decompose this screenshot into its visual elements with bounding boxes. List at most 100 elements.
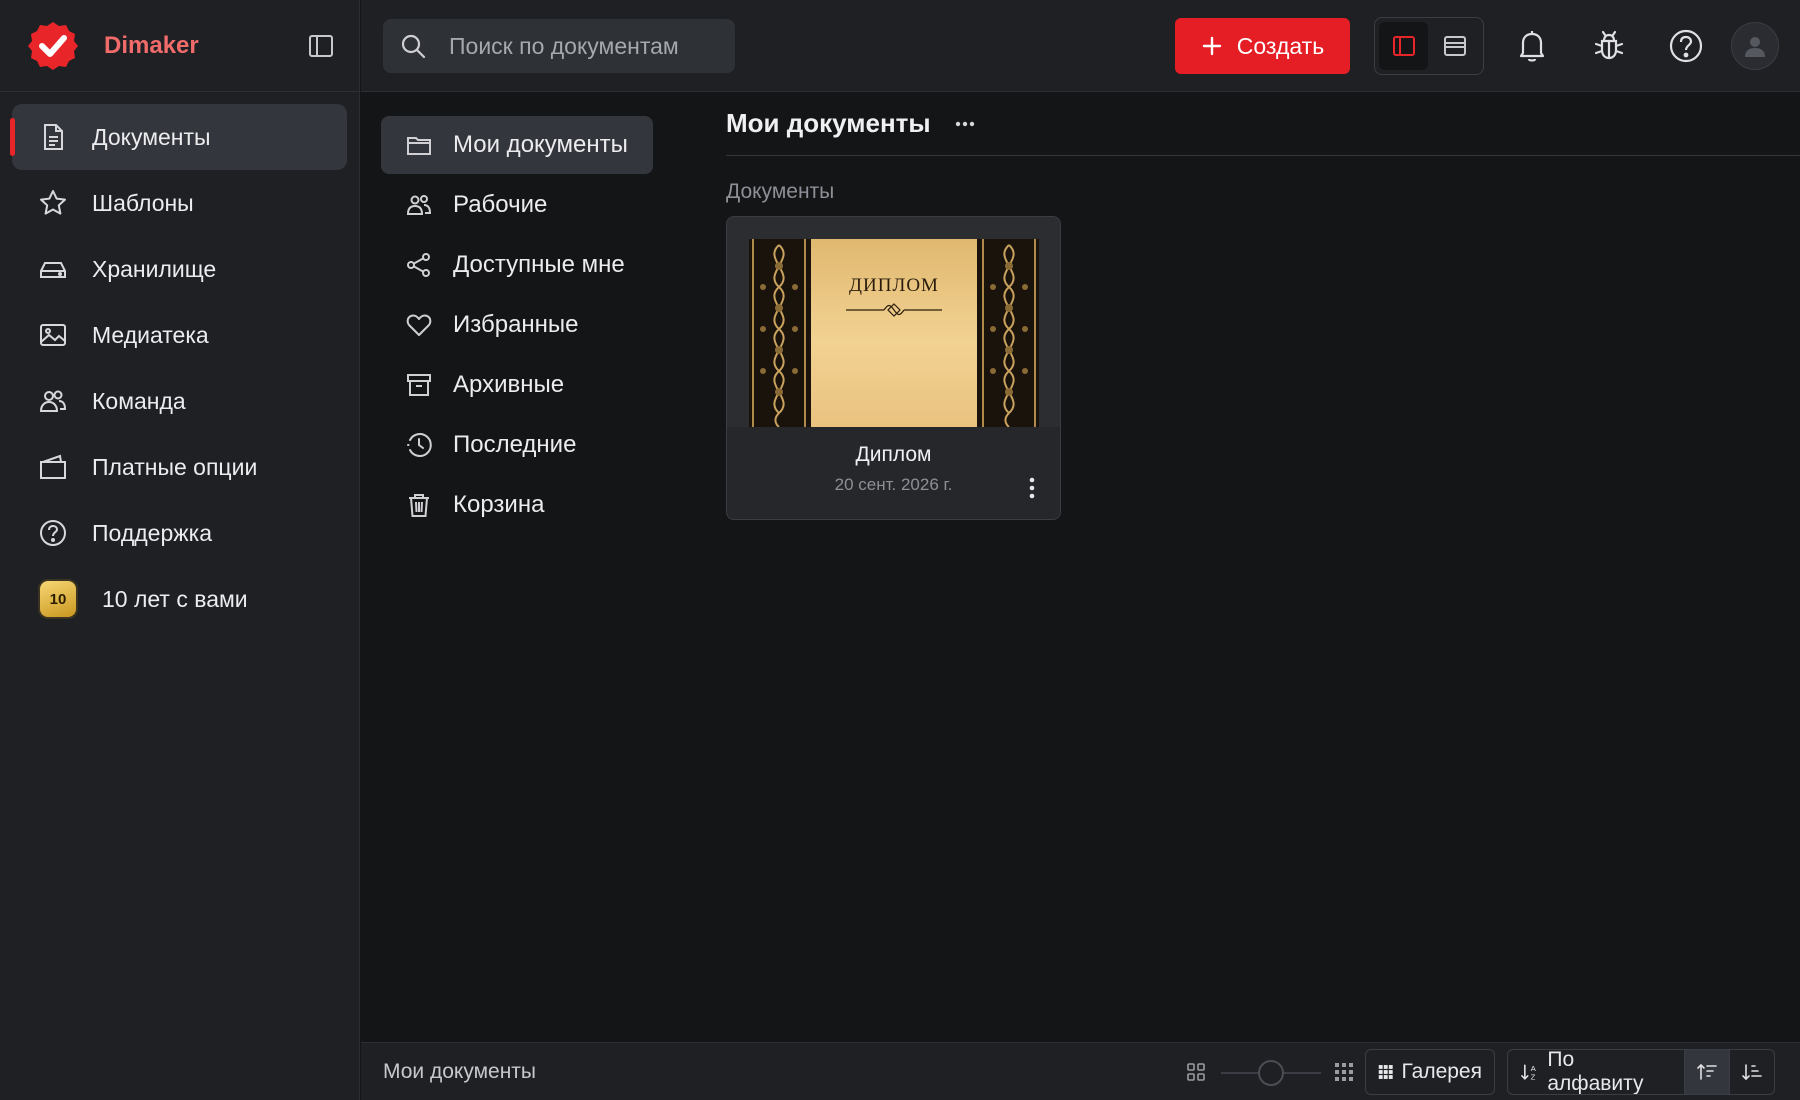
document-icon [44,124,63,150]
grid-large-icon[interactable] [1333,1061,1355,1083]
folder-my-documents[interactable]: Мои документы [381,116,653,174]
layout-window-button[interactable] [1430,22,1479,70]
ornament-left-icon [749,239,809,427]
search-icon [401,34,426,59]
sidebar-item-media[interactable]: Медиатека [12,302,347,368]
main-content: Мои документы Документы ДИПЛОМ Диплом 20… [726,92,1800,1042]
brand-name: Dimaker [104,31,199,59]
search-input[interactable] [449,32,719,60]
status-bar: Мои документы Галерея A Z По алфавиту [361,1042,1800,1100]
more-horizontal-icon[interactable] [951,110,979,138]
sidebar-item-label: Платные опции [92,453,258,480]
layout-toggle [1374,17,1484,75]
folder-archive[interactable]: Архивные [381,356,653,414]
diploma-page: ДИПЛОМ [809,239,979,427]
sidebar-item-label: Поддержка [92,519,212,546]
folder-favorites[interactable]: Избранные [381,296,653,354]
folder-panel: Мои документы Рабочие Доступные мне Избр… [361,92,671,1042]
sort-alpha-icon: A Z [1521,1064,1537,1082]
view-mode-label: Галерея [1401,1060,1482,1083]
bug-icon[interactable] [1589,26,1629,66]
layout-sidebar-button[interactable] [1379,22,1428,70]
folder-label: Последние [453,431,577,458]
sidebar-item-team[interactable]: Команда [12,368,347,434]
sidebar-item-templates[interactable]: Шаблоны [12,170,347,236]
share-icon [407,253,430,277]
svg-text:Z: Z [1531,1073,1536,1082]
folder-label: Избранные [453,311,579,338]
folder-recent[interactable]: Последние [381,416,653,474]
folder-icon [407,137,431,155]
plus-icon [1202,36,1221,56]
sort-label: По алфавиту [1547,1049,1644,1095]
section-label: Документы [726,180,835,203]
sort-descending-icon [1742,1064,1762,1081]
topbar: Создать [361,0,1800,92]
folder-label: Доступные мне [453,251,625,278]
sidebar-nav: Документы Шаблоны Хранилище Медиатека Ко… [0,92,359,632]
sort-controls: A Z По алфавиту [1507,1049,1775,1095]
sidebar-item-support[interactable]: Поддержка [12,500,347,566]
star-icon [40,190,66,215]
sort-ascending-icon [1697,1063,1717,1080]
user-avatar[interactable] [1731,22,1779,70]
create-button-label: Создать [1236,32,1325,59]
grid-small-icon[interactable] [1185,1061,1207,1083]
drive-icon [40,262,66,278]
sidebar-item-label: 10 лет с вами [102,585,248,612]
sidebar-collapse-icon[interactable] [307,32,335,60]
sort-button[interactable]: A Z По алфавиту [1508,1050,1684,1094]
sidebar-item-label: Медиатека [92,321,209,348]
folder-work[interactable]: Рабочие [381,176,653,234]
document-card[interactable]: ДИПЛОМ Диплом 20 сент. 2026 г. [726,216,1061,520]
sidebar-item-anniversary[interactable]: 10 10 лет с вами [12,566,347,632]
sidebar-item-storage[interactable]: Хранилище [12,236,347,302]
sidebar-item-label: Шаблоны [92,189,194,216]
sort-descending-button[interactable] [1729,1050,1774,1094]
image-gallery-icon [40,324,66,346]
diploma-preview: ДИПЛОМ [749,239,1039,427]
diploma-heading: ДИПЛОМ [849,275,939,296]
team-icon [39,390,67,412]
users-icon [406,195,432,215]
ornament-right-icon [979,239,1039,427]
sidebar-item-documents[interactable]: Документы [10,104,347,170]
zoom-slider[interactable] [1221,1060,1321,1086]
anniversary-badge: 10 [40,581,76,617]
document-thumbnail: ДИПЛОМ [727,217,1060,427]
sidebar-item-label: Документы [92,123,211,150]
bell-icon[interactable] [1512,26,1552,66]
folder-label: Архивные [453,371,565,398]
trash-icon [409,494,429,517]
document-info: Диплом 20 сент. 2026 г. [727,427,1060,519]
page-title: Мои документы [726,108,931,138]
folder-shared-with-me[interactable]: Доступные мне [381,236,653,294]
current-path: Мои документы [383,1060,537,1083]
heart-icon [406,314,432,336]
sort-ascending-button[interactable] [1684,1050,1729,1094]
sidebar-item-label: Хранилище [92,255,217,282]
document-date: 20 сент. 2026 г. [834,475,953,494]
sidebar-item-paid-options[interactable]: Платные опции [12,434,347,500]
help-circle-icon [40,520,66,546]
search-box[interactable] [383,19,735,73]
sidebar-item-label: Команда [92,387,186,414]
brand: Dimaker [0,0,359,92]
more-vertical-icon[interactable] [1020,473,1044,503]
view-mode-button[interactable]: Галерея [1365,1049,1495,1095]
folder-label: Мои документы [453,131,628,158]
window-layout-icon [1443,36,1466,56]
folder-trash[interactable]: Корзина [381,476,653,534]
svg-text:A: A [1531,1064,1537,1073]
help-icon[interactable] [1666,26,1706,66]
archive-icon [407,374,431,396]
zoom-slider-thumb[interactable] [1258,1060,1284,1086]
user-icon [1745,37,1765,57]
create-button[interactable]: Создать [1175,18,1350,74]
brand-logo-icon[interactable] [26,19,80,73]
clock-icon [407,433,432,457]
sidebar: Dimaker Документы Шаблоны Хранилище Меди… [0,0,360,1100]
folder-label: Рабочие [453,191,548,218]
main-header: Мои документы [726,92,1800,156]
gallery-icon [1378,1065,1393,1079]
